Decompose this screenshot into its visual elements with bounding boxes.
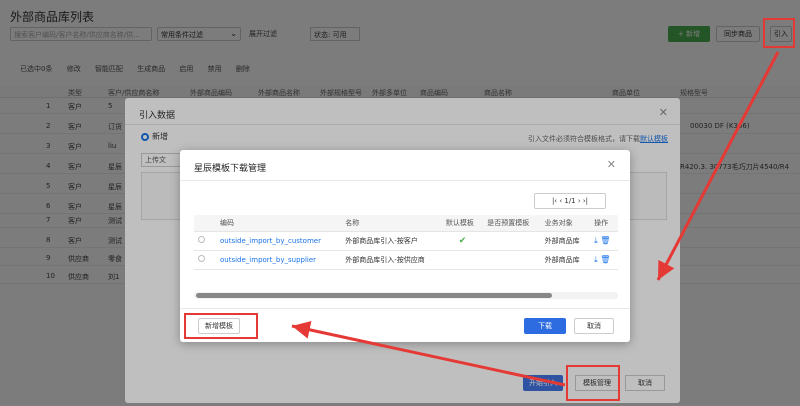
arrow-to-new-template	[291, 321, 566, 387]
arrow-to-template-manage	[656, 51, 780, 281]
annotation-arrows	[291, 51, 780, 387]
